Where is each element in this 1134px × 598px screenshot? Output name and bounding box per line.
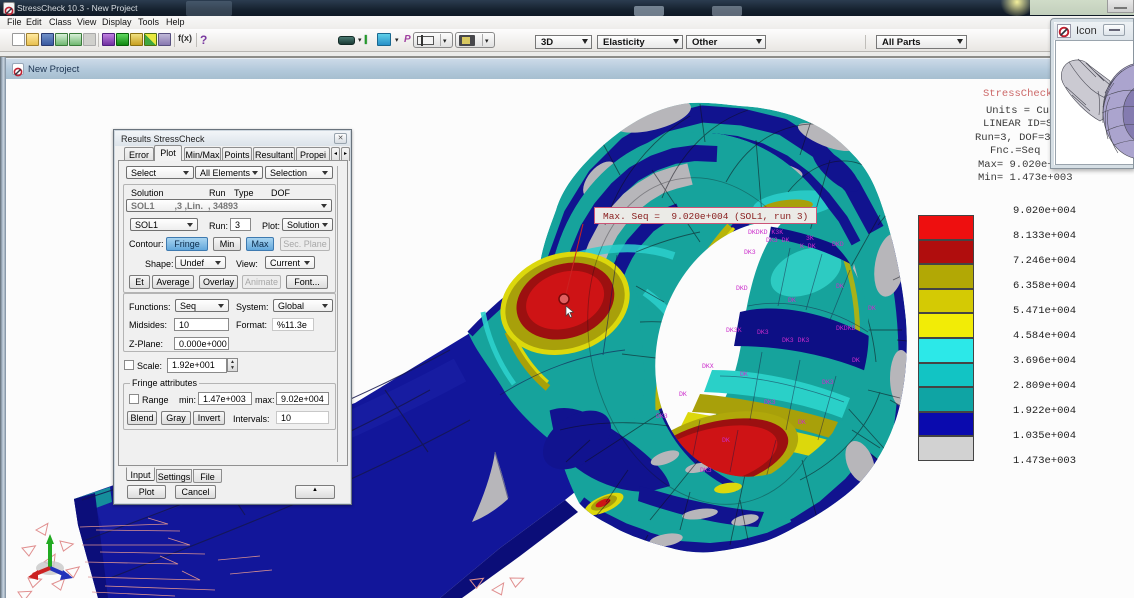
svg-text:DK3: DK3 bbox=[822, 379, 834, 386]
svg-text:DK: DK bbox=[788, 297, 796, 304]
svg-text:DK: DK bbox=[852, 357, 860, 364]
svg-text:3K: 3K bbox=[806, 235, 814, 242]
svg-text:DK: DK bbox=[798, 419, 806, 426]
svg-text:DK3K: DK3K bbox=[726, 327, 742, 334]
svg-text:DKX: DKX bbox=[702, 363, 714, 370]
svg-text:DKD: DKD bbox=[832, 241, 844, 248]
svg-text:DK3 DK: DK3 DK bbox=[766, 237, 790, 244]
svg-text:DK: DK bbox=[722, 437, 730, 444]
svg-text:DK: DK bbox=[679, 391, 687, 398]
svg-text:DKDKD K3K: DKDKD K3K bbox=[748, 229, 783, 236]
svg-text:DK3: DK3 bbox=[656, 413, 668, 420]
svg-text:DKDKD: DKDKD bbox=[836, 325, 856, 332]
svg-text:DK: DK bbox=[740, 371, 748, 378]
svg-text:DK: DK bbox=[836, 283, 844, 290]
svg-text:DK3: DK3 bbox=[757, 329, 769, 336]
svg-text:DK3: DK3 bbox=[764, 399, 776, 406]
svg-text:DK3 DK3: DK3 DK3 bbox=[782, 337, 809, 344]
svg-text:DK3: DK3 bbox=[700, 467, 712, 474]
svg-text:DK3: DK3 bbox=[744, 249, 756, 256]
svg-text:K DK: K DK bbox=[800, 243, 816, 250]
svg-text:DK: DK bbox=[868, 305, 876, 312]
svg-text:DKD: DKD bbox=[736, 285, 748, 292]
